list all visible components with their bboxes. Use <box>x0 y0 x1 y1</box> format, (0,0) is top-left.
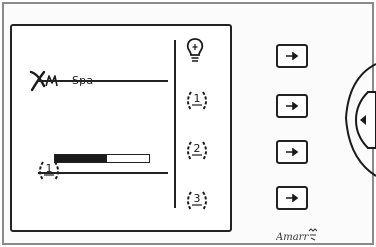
display-screen: Spa 1 1 2 3 <box>10 24 232 232</box>
arrow-right-icon <box>286 52 299 60</box>
side-button-4[interactable] <box>276 186 308 210</box>
divider <box>38 80 168 82</box>
arrow-right-icon <box>286 102 299 110</box>
svg-text:3: 3 <box>194 192 201 205</box>
brand-logo <box>29 70 58 92</box>
zone-1-icon[interactable]: 1 <box>184 86 210 116</box>
side-button-3[interactable] <box>276 140 308 164</box>
arrow-right-icon <box>286 194 299 202</box>
zone-2-icon[interactable]: 2 <box>184 136 210 166</box>
side-button-1[interactable] <box>276 44 308 68</box>
svg-text:Amarr: Amarr <box>276 232 309 243</box>
level-bar <box>54 154 150 163</box>
divider <box>38 172 168 174</box>
svg-text:2: 2 <box>194 142 201 155</box>
zone-3-icon[interactable]: 3 <box>184 186 210 216</box>
side-button-2[interactable] <box>276 94 308 118</box>
level-bar-fill <box>55 155 107 162</box>
column-divider <box>174 40 176 208</box>
light-bulb-icon[interactable] <box>182 36 208 66</box>
amarr-logo: Amarr <box>276 228 318 243</box>
arrow-right-icon <box>286 148 299 156</box>
dpad[interactable] <box>330 58 376 198</box>
svg-text:1: 1 <box>194 92 201 105</box>
